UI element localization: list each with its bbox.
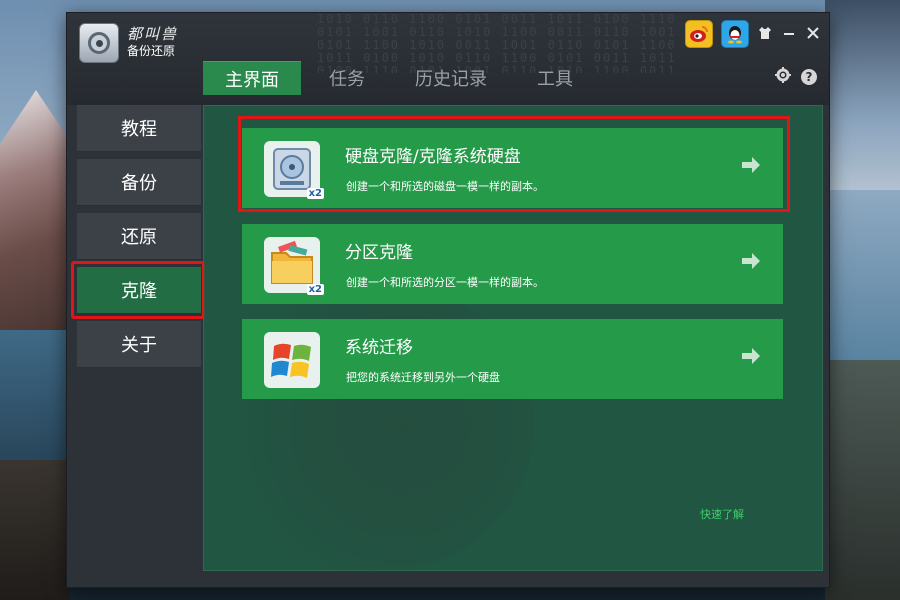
weibo-icon[interactable] (685, 20, 713, 48)
qq-icon[interactable] (721, 20, 749, 48)
card-title: 系统迁移 (345, 338, 413, 358)
x2-badge: x2 (306, 188, 324, 199)
arrow-right-icon (741, 250, 761, 274)
app-window: 1010 0110 1100 0101 0011 1011 0100 1110 … (66, 12, 830, 588)
card-title: 分区克隆 (345, 243, 413, 263)
x2-badge: x2 (306, 284, 324, 295)
clone-panel: x2 硬盘克隆/克隆系统硬盘 创建一个和所选的磁盘一模一样的副本。 x2 分区克… (203, 105, 823, 576)
tab-history[interactable]: 历史记录 (393, 61, 509, 95)
hard-disk-icon: x2 (264, 141, 324, 199)
quick-learn-link[interactable]: 快速了解 (700, 506, 744, 522)
sidebar: 教程 备份 还原 克隆 关于 (71, 105, 205, 575)
sidebar-item-tutorial[interactable]: 教程 (77, 105, 201, 152)
sidebar-item-about[interactable]: 关于 (77, 321, 201, 368)
title-icons (685, 19, 821, 49)
sidebar-item-clone[interactable]: 克隆 (77, 267, 201, 314)
card-title: 硬盘克隆/克隆系统硬盘 (345, 147, 521, 167)
main-tabs: 主界面 任务 历史记录 工具 (203, 59, 601, 95)
partition-clone-card[interactable]: x2 分区克隆 创建一个和所选的分区一模一样的副本。 (242, 224, 783, 304)
minimize-icon[interactable] (781, 25, 797, 43)
sidebar-item-backup[interactable]: 备份 (77, 159, 201, 206)
folder-icon: x2 (264, 237, 324, 295)
background-rocks (0, 460, 70, 600)
close-icon[interactable] (805, 25, 821, 43)
card-description: 把您的系统迁移到另外一个硬盘 (346, 371, 500, 384)
shirt-icon[interactable] (757, 25, 773, 43)
help-icon[interactable]: ? (801, 69, 817, 85)
title-bar: 1010 0110 1100 0101 0011 1011 0100 1110 … (67, 13, 829, 105)
arrow-right-icon (741, 154, 761, 178)
disk-clone-card[interactable]: x2 硬盘克隆/克隆系统硬盘 创建一个和所选的磁盘一模一样的副本。 (242, 128, 783, 208)
card-description: 创建一个和所选的磁盘一模一样的副本。 (346, 180, 544, 193)
background-sky (825, 0, 900, 200)
arrow-right-icon (741, 345, 761, 369)
tab-main[interactable]: 主界面 (203, 61, 301, 95)
sidebar-item-restore[interactable]: 还原 (77, 213, 201, 260)
brand-subtitle: 备份还原 (127, 44, 176, 58)
card-description: 创建一个和所选的分区一模一样的副本。 (346, 276, 544, 289)
app-logo-icon (79, 23, 119, 63)
settings-controls: ? (775, 67, 817, 87)
system-migration-card[interactable]: 系统迁移 把您的系统迁移到另外一个硬盘 (242, 319, 783, 399)
background-water-right (825, 190, 900, 370)
background-land (825, 360, 900, 600)
tab-tools[interactable]: 工具 (515, 61, 595, 95)
tab-tasks[interactable]: 任务 (307, 61, 387, 95)
brand-name: 都叫兽 (127, 25, 179, 43)
windows-logo-icon (264, 332, 320, 388)
gear-icon[interactable] (775, 67, 791, 87)
